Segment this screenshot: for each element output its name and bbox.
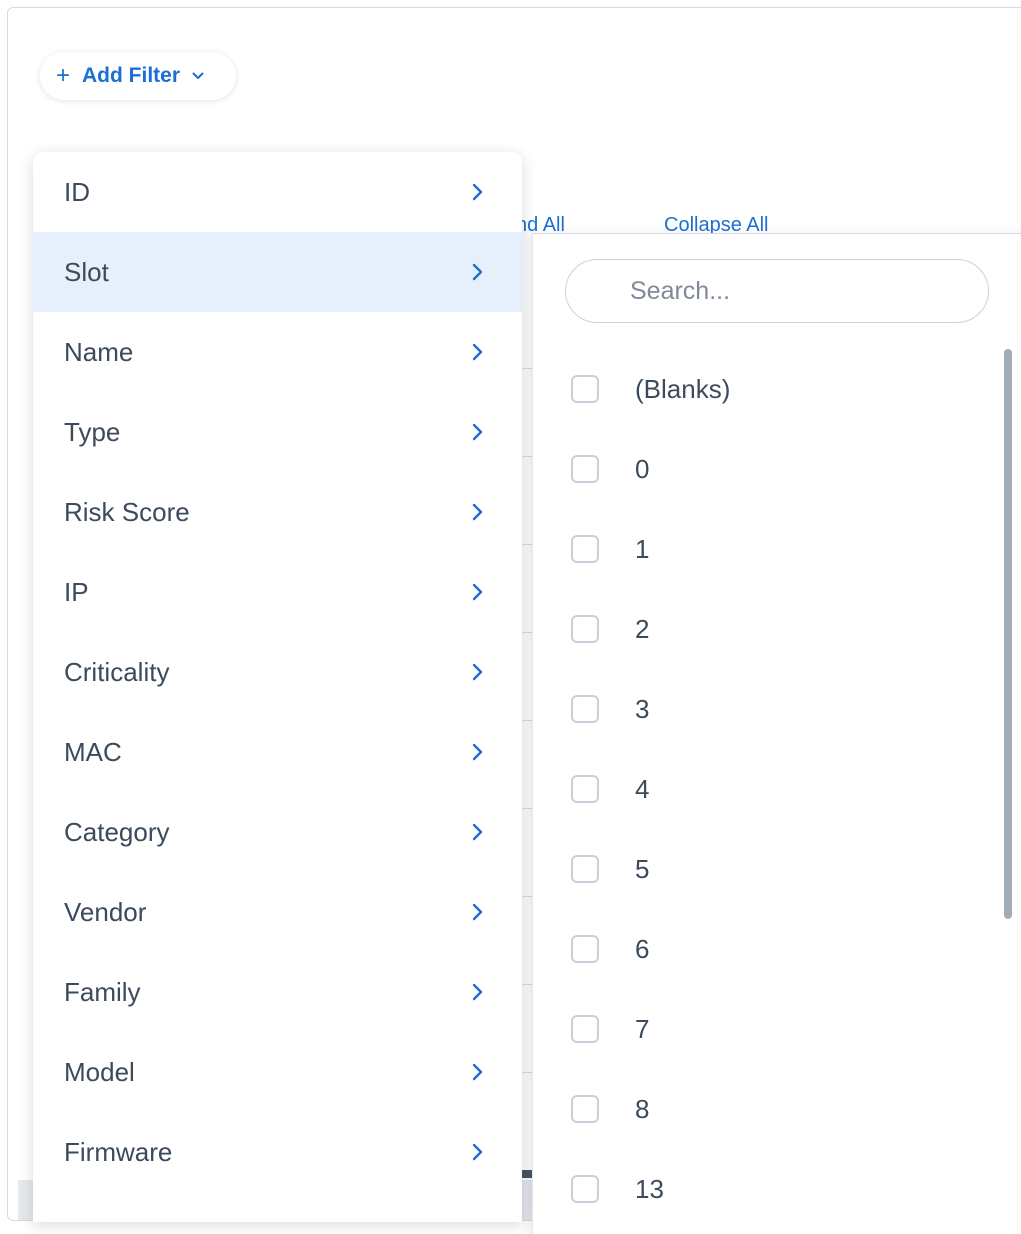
field-menu-item-category[interactable]: Category xyxy=(33,792,522,872)
chevron-right-icon xyxy=(472,1143,484,1161)
field-menu-item-risk-score[interactable]: Risk Score xyxy=(33,472,522,552)
value-list-scrollbar[interactable] xyxy=(1004,349,1012,919)
field-menu-item-label: Model xyxy=(64,1056,135,1087)
field-menu-item-name[interactable]: Name xyxy=(33,312,522,392)
value-checkbox[interactable] xyxy=(571,535,599,563)
chevron-right-icon xyxy=(472,903,484,921)
value-checkbox[interactable] xyxy=(571,935,599,963)
value-option-label: 13 xyxy=(635,1173,664,1204)
value-option-label: 5 xyxy=(635,853,650,884)
value-search-box xyxy=(565,259,989,323)
chevron-right-icon xyxy=(472,263,484,281)
field-menu-item-criticality[interactable]: Criticality xyxy=(33,632,522,712)
chevron-right-icon xyxy=(472,743,484,761)
chevron-right-icon xyxy=(472,663,484,681)
add-filter-label: Add Filter xyxy=(82,64,181,87)
field-menu-item-label: Risk Score xyxy=(64,496,190,527)
value-checkbox[interactable] xyxy=(571,615,599,643)
plus-icon: + xyxy=(56,62,71,89)
chevron-right-icon xyxy=(472,983,484,1001)
chevron-down-icon xyxy=(192,72,204,80)
field-menu-item-firmware[interactable]: Firmware xyxy=(33,1112,522,1192)
field-menu-item-label: Criticality xyxy=(64,656,170,687)
field-menu-item-label: Family xyxy=(64,976,141,1007)
value-option-label: 4 xyxy=(635,773,650,804)
value-option-blanks[interactable]: (Blanks) xyxy=(571,349,991,429)
field-menu-item-label: Type xyxy=(64,416,121,447)
field-menu-item-model[interactable]: Model xyxy=(33,1032,522,1112)
value-checkbox[interactable] xyxy=(571,375,599,403)
add-filter-button[interactable]: + Add Filter xyxy=(40,52,236,100)
slot-values-panel: (Blanks) 0 1 2 3 4 5 6 xyxy=(532,233,1021,1234)
chevron-right-icon xyxy=(472,583,484,601)
value-checkbox[interactable] xyxy=(571,1015,599,1043)
value-search-input[interactable] xyxy=(566,260,988,322)
field-menu-item-label: Category xyxy=(64,816,170,847)
value-checkbox[interactable] xyxy=(571,1175,599,1203)
value-option-5[interactable]: 5 xyxy=(571,829,991,909)
chevron-right-icon xyxy=(472,343,484,361)
field-menu-item-type[interactable]: Type xyxy=(33,392,522,472)
value-option-label: 2 xyxy=(635,613,650,644)
value-option-4[interactable]: 4 xyxy=(571,749,991,829)
value-option-1[interactable]: 1 xyxy=(571,509,991,589)
chevron-right-icon xyxy=(472,183,484,201)
field-menu-item-label: ID xyxy=(64,176,90,207)
value-option-label: 1 xyxy=(635,533,650,564)
value-checkbox[interactable] xyxy=(571,1095,599,1123)
value-checkbox[interactable] xyxy=(571,855,599,883)
value-option-label: 0 xyxy=(635,453,650,484)
value-option-label: 3 xyxy=(635,693,650,724)
value-option-7[interactable]: 7 xyxy=(571,989,991,1069)
field-menu-item-ip[interactable]: IP xyxy=(33,552,522,632)
field-menu-item-mac[interactable]: MAC xyxy=(33,712,522,792)
field-menu-item-id[interactable]: ID xyxy=(33,152,522,232)
value-checkbox[interactable] xyxy=(571,455,599,483)
value-option-label: 6 xyxy=(635,933,650,964)
field-menu-item-label: IP xyxy=(64,576,89,607)
value-option-0[interactable]: 0 xyxy=(571,429,991,509)
filter-field-menu: ID Slot Name Type Risk Score IP Critical… xyxy=(33,152,522,1222)
value-option-2[interactable]: 2 xyxy=(571,589,991,669)
field-menu-item-slot[interactable]: Slot xyxy=(33,232,522,312)
field-menu-item-label: MAC xyxy=(64,736,122,767)
value-option-label: (Blanks) xyxy=(635,373,731,404)
value-option-6[interactable]: 6 xyxy=(571,909,991,989)
field-menu-item-family[interactable]: Family xyxy=(33,952,522,1032)
value-option-8[interactable]: 8 xyxy=(571,1069,991,1149)
chevron-right-icon xyxy=(472,423,484,441)
value-list: (Blanks) 0 1 2 3 4 5 6 7 8 13 xyxy=(571,349,991,1229)
field-menu-item-vendor[interactable]: Vendor xyxy=(33,872,522,952)
field-menu-item-label: Name xyxy=(64,336,134,367)
value-checkbox[interactable] xyxy=(571,695,599,723)
chevron-right-icon xyxy=(472,503,484,521)
chevron-right-icon xyxy=(472,823,484,841)
field-menu-item-label: Vendor xyxy=(64,896,147,927)
value-option-3[interactable]: 3 xyxy=(571,669,991,749)
value-option-label: 7 xyxy=(635,1013,650,1044)
value-option-13[interactable]: 13 xyxy=(571,1149,991,1229)
field-menu-item-label: Slot xyxy=(64,256,109,287)
chevron-right-icon xyxy=(472,1063,484,1081)
value-option-label: 8 xyxy=(635,1093,650,1124)
value-checkbox[interactable] xyxy=(571,775,599,803)
field-menu-item-label: Firmware xyxy=(64,1136,173,1167)
